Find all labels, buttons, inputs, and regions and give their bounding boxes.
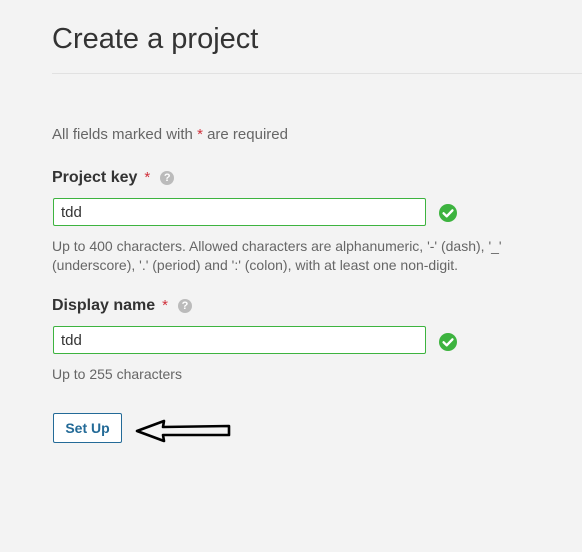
set-up-button[interactable]: Set Up — [53, 413, 122, 443]
project-key-input[interactable] — [53, 198, 426, 226]
display-name-input[interactable] — [53, 326, 426, 354]
display-name-help-icon[interactable]: ? — [178, 299, 192, 313]
project-key-help-icon[interactable]: ? — [160, 171, 175, 185]
display-name-label-text: Display name — [52, 297, 156, 314]
required-asterisk: * — [197, 126, 203, 143]
project-key-required-asterisk: * — [144, 169, 151, 186]
display-name-valid-check-icon — [439, 333, 457, 351]
left-arrow-annotation-icon — [135, 419, 231, 443]
title-divider — [52, 73, 582, 74]
project-key-label-text: Project key — [52, 169, 138, 186]
project-key-valid-check-icon — [439, 204, 457, 222]
display-name-required-asterisk: * — [162, 297, 168, 314]
project-key-hint: Up to 400 characters. Allowed characters… — [52, 238, 502, 273]
required-note-suffix: are required — [207, 126, 288, 143]
project-key-label: Project key * ? — [52, 168, 175, 188]
required-note-prefix: All fields marked with — [52, 126, 193, 143]
display-name-label: Display name * ? — [52, 296, 192, 316]
display-name-hint: Up to 255 characters — [52, 366, 182, 382]
page-title: Create a project — [52, 23, 259, 55]
required-fields-note: All fields marked with * are required — [52, 126, 288, 144]
